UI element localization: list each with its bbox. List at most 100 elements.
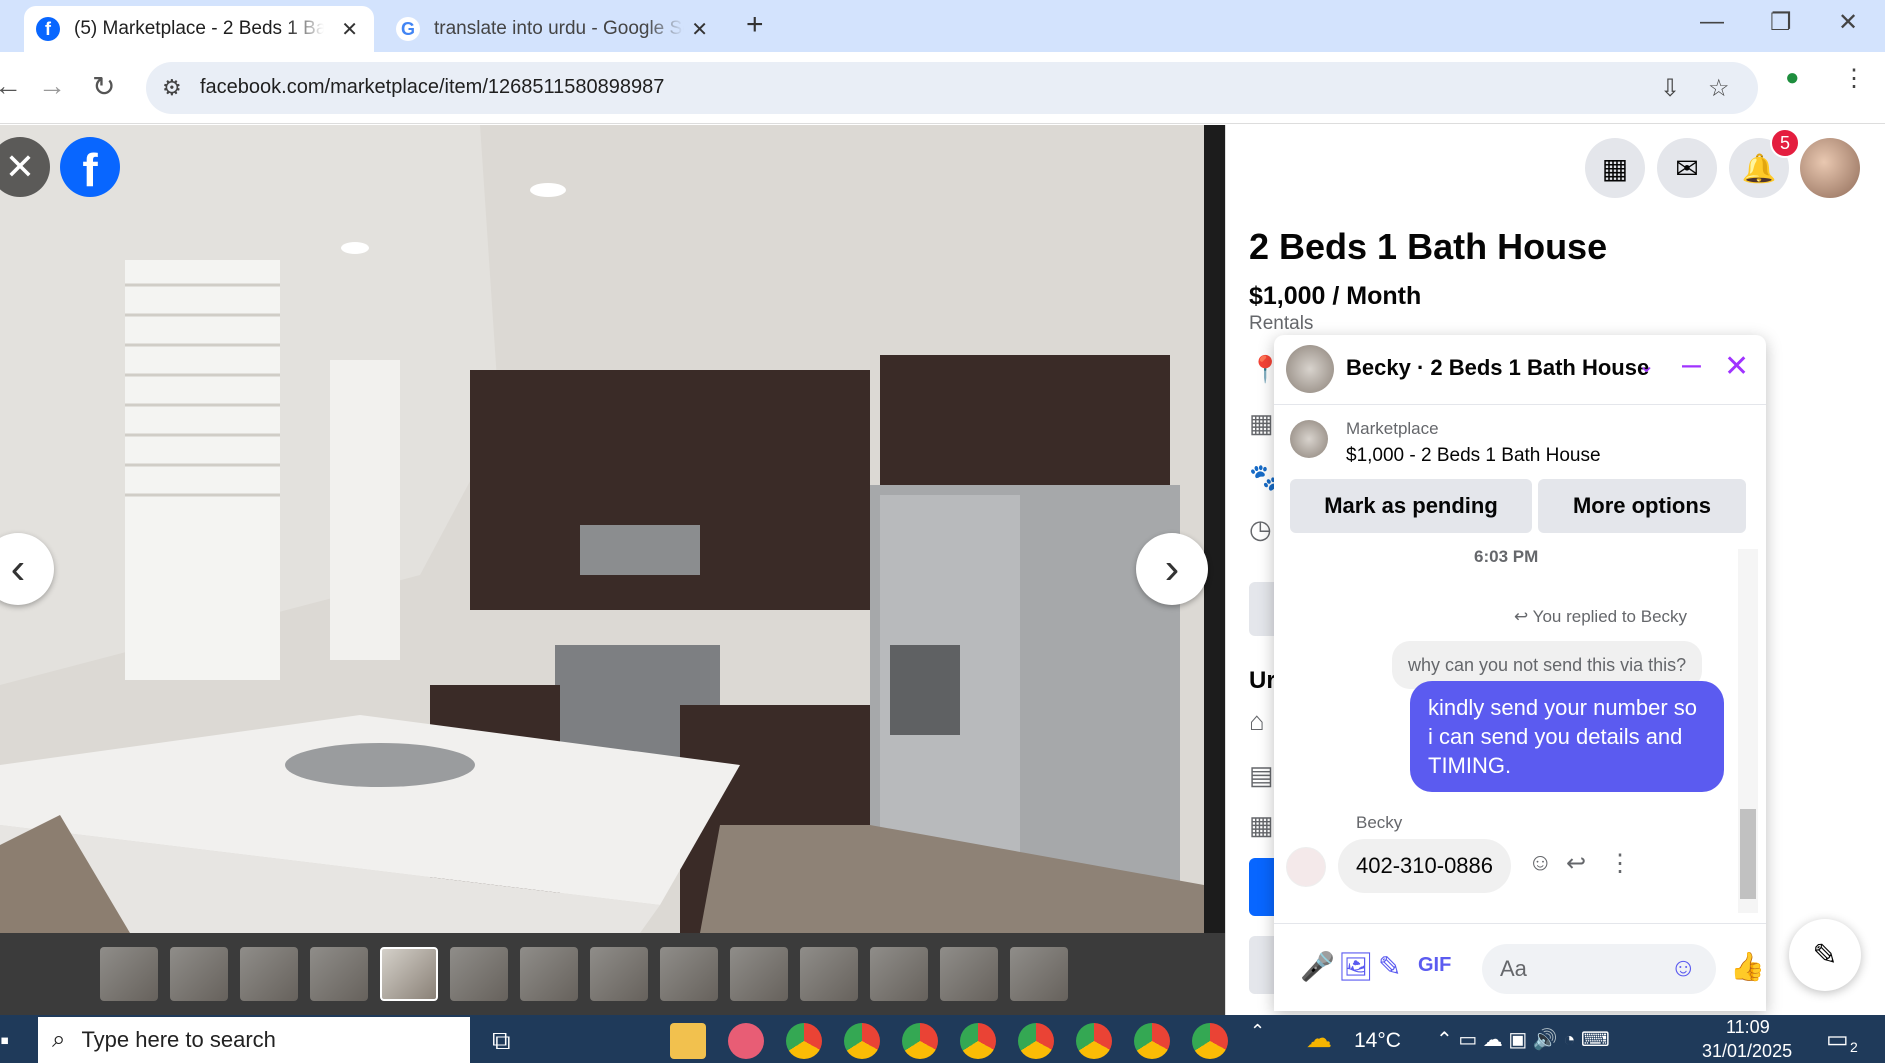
search-placeholder[interactable]: Type here to search — [81, 1027, 275, 1053]
react-emoji-icon[interactable]: ☺ — [1528, 849, 1553, 877]
messenger-icon[interactable]: ✉ — [1657, 138, 1717, 198]
snipping-tool-icon[interactable] — [728, 1023, 764, 1059]
photo-viewer: ✕ f ‹ › — [0, 125, 1225, 1015]
restore-icon[interactable]: ❐ — [1770, 8, 1792, 37]
chrome-icon[interactable] — [1192, 1023, 1228, 1059]
gif-icon[interactable]: GIF — [1418, 954, 1451, 977]
menu-kebab-icon[interactable]: ⋮ — [1842, 64, 1866, 93]
emoji-icon[interactable]: ☺ — [1670, 952, 1697, 983]
back-icon[interactable]: ← — [0, 70, 22, 102]
install-app-icon[interactable]: ⇩ — [1660, 74, 1680, 103]
chrome-icon[interactable] — [1134, 1023, 1170, 1059]
mark-as-pending-button[interactable]: Mark as pending — [1290, 479, 1532, 533]
temperature[interactable]: 14°C — [1354, 1029, 1401, 1053]
weather-icon[interactable]: ☁ — [1306, 1023, 1332, 1054]
more-actions-icon[interactable]: ⋮ — [1608, 849, 1632, 878]
chat-title[interactable]: Becky · 2 Beds 1 Bath House — [1346, 355, 1649, 381]
sender-avatar[interactable] — [1286, 847, 1326, 887]
chevron-down-icon[interactable]: ⌄ — [1638, 353, 1655, 378]
photo-thumbnail[interactable] — [940, 947, 998, 1001]
photo-thumbnail[interactable] — [100, 947, 158, 1001]
floorplan-icon: ▦ — [1249, 810, 1274, 840]
tab-google-search[interactable]: G translate into urdu - Google Sea ✕ — [384, 6, 724, 52]
chat-header[interactable]: Becky · 2 Beds 1 Bath House ⌄ – ✕ — [1274, 335, 1766, 405]
context-item[interactable]: $1,000 - 2 Beds 1 Bath House — [1346, 445, 1601, 467]
clock-time[interactable]: 11:09 — [1726, 1017, 1770, 1038]
url-text[interactable]: facebook.com/marketplace/item/1268511580… — [200, 76, 664, 99]
taskbar-scroll-icon[interactable]: ⌃ — [1250, 1021, 1265, 1042]
listing-thumbnail — [1290, 420, 1328, 458]
photo-attach-icon[interactable]: 🖼 — [1338, 950, 1374, 983]
account-avatar[interactable] — [1800, 138, 1860, 198]
reply-arrow-icon: ↩ — [1514, 607, 1529, 626]
taskbar-notification-count: 2 — [1850, 1039, 1858, 1055]
photo-thumbnail[interactable] — [660, 947, 718, 1001]
photo-thumbnail[interactable] — [590, 947, 648, 1001]
chrome-icon[interactable] — [1018, 1023, 1054, 1059]
chrome-icon[interactable] — [844, 1023, 880, 1059]
microphone-icon[interactable]: 🎤 — [1300, 950, 1335, 983]
photo-thumbnail[interactable] — [240, 947, 298, 1001]
system-tray-icons[interactable]: ⌃ ▭ ☁ ▣ 🔊 ◔ ⌨ — [1436, 1027, 1610, 1052]
section-heading-partial: Ur — [1249, 667, 1276, 694]
context-label: Marketplace — [1346, 419, 1439, 438]
listing-title: 2 Beds 1 Bath House — [1249, 226, 1608, 267]
photo-thumbnail-strip — [0, 933, 1225, 1015]
taskbar-search-box[interactable]: ⌕ Type here to search — [38, 1017, 470, 1063]
reply-icon[interactable]: ↩ — [1566, 849, 1586, 878]
photo-thumbnail[interactable] — [170, 947, 228, 1001]
close-window-icon[interactable]: ✕ — [1838, 8, 1858, 37]
new-tab-icon[interactable]: + — [746, 8, 764, 42]
new-message-button[interactable]: ✎ — [1789, 919, 1861, 991]
photo-thumbnail[interactable] — [450, 947, 508, 1001]
omnibox[interactable]: ⚙ facebook.com/marketplace/item/12685115… — [146, 62, 1758, 114]
photo-thumbnail-active[interactable] — [380, 947, 438, 1001]
sender-name: Becky — [1356, 813, 1403, 832]
close-tab-icon[interactable]: ✕ — [341, 17, 358, 42]
building-icon: ▤ — [1249, 760, 1274, 790]
photo-thumbnail[interactable] — [730, 947, 788, 1001]
file-explorer-icon[interactable] — [670, 1023, 706, 1059]
photo-thumbnail[interactable] — [310, 947, 368, 1001]
profile-icon[interactable]: ● — [1785, 64, 1800, 92]
minimize-chat-icon[interactable]: – — [1682, 345, 1701, 384]
reply-indicator: ↩ You replied to Becky — [1514, 607, 1687, 627]
photo-thumbnail[interactable] — [870, 947, 928, 1001]
forward-icon[interactable]: → — [38, 70, 66, 102]
sticker-icon[interactable]: ✎ — [1378, 950, 1401, 983]
menu-grid-icon[interactable]: ▦ — [1585, 138, 1645, 198]
photo-thumbnail[interactable] — [1010, 947, 1068, 1001]
clock-date[interactable]: 31/01/2025 — [1702, 1041, 1792, 1062]
chrome-icon[interactable] — [960, 1023, 996, 1059]
facebook-logo-icon[interactable]: f — [60, 137, 120, 197]
task-view-icon[interactable]: ⧉ — [492, 1025, 511, 1057]
reply-label: You replied to Becky — [1532, 607, 1688, 626]
photo-thumbnail[interactable] — [520, 947, 578, 1001]
facebook-icon: f — [36, 17, 60, 41]
clock-icon: ◷ — [1249, 514, 1272, 544]
chat-scrollbar-thumb[interactable] — [1740, 809, 1756, 899]
floorplan-icon: ▦ — [1249, 408, 1274, 438]
minimize-icon[interactable]: — — [1700, 8, 1724, 36]
more-options-button[interactable]: More options — [1538, 479, 1746, 533]
chrome-icon[interactable] — [902, 1023, 938, 1059]
chrome-icon[interactable] — [1076, 1023, 1112, 1059]
outgoing-message[interactable]: kindly send your number so i can send yo… — [1410, 681, 1724, 792]
chrome-icon[interactable] — [786, 1023, 822, 1059]
incoming-message[interactable]: 402-310-0886 — [1338, 839, 1512, 893]
close-chat-icon[interactable]: ✕ — [1724, 349, 1749, 384]
notifications-icon[interactable]: ▭ — [1826, 1025, 1849, 1054]
windows-start-icon[interactable]: ▪ — [0, 1025, 9, 1056]
close-tab-icon[interactable]: ✕ — [691, 17, 708, 42]
site-info-icon[interactable]: ⚙ — [162, 75, 182, 101]
time-separator: 6:03 PM — [1474, 547, 1539, 566]
tab-marketplace[interactable]: f (5) Marketplace - 2 Beds 1 Bath ✕ — [24, 6, 374, 52]
listing-category[interactable]: Rentals — [1249, 313, 1313, 335]
thumbs-up-icon[interactable]: 👍 — [1730, 950, 1765, 983]
reload-icon[interactable]: ↻ — [92, 70, 115, 103]
bookmark-star-icon[interactable]: ☆ — [1708, 74, 1730, 103]
next-photo-button[interactable]: › — [1136, 533, 1208, 605]
listing-photo — [0, 125, 1204, 933]
tab-title: (5) Marketplace - 2 Beds 1 Bath — [74, 18, 324, 39]
photo-thumbnail[interactable] — [800, 947, 858, 1001]
